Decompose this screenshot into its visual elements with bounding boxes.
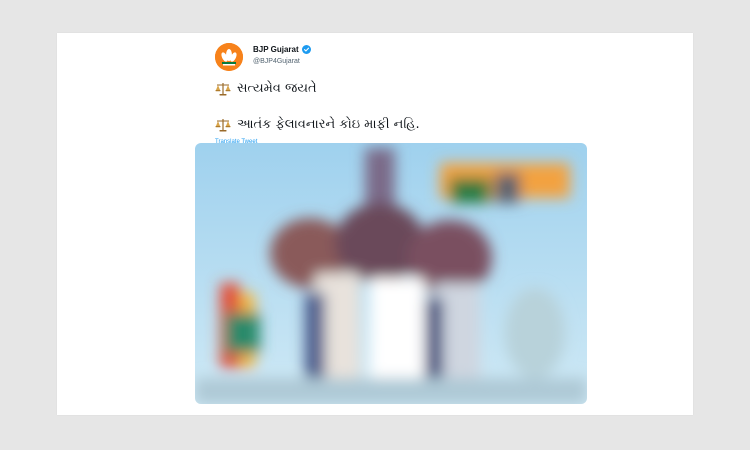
balance-scale-icon (215, 118, 231, 131)
tweet-line-2: આતંક ફેલાવનારને કોઇ માફી નહિ. (215, 117, 420, 132)
profile-avatar[interactable] (215, 43, 243, 71)
balance-scale-icon (215, 82, 231, 95)
display-name[interactable]: BJP Gujarat (253, 45, 311, 54)
tweet-line-1: સત્યમેવ જયતે (215, 81, 317, 96)
blurred-photo (195, 143, 587, 404)
tweet-media-image[interactable] (195, 143, 587, 404)
tweet-text-1: સત્યમેવ જયતે (237, 81, 317, 96)
verified-badge-icon (301, 45, 311, 54)
tweet-text-2: આતંક ફેલાવનારને કોઇ માફી નહિ. (237, 117, 420, 132)
display-name-text: BJP Gujarat (253, 45, 299, 54)
lotus-logo-icon (215, 43, 243, 71)
tweet-card: BJP Gujarat @BJP4Gujarat સત્યમેવ જયતે આત… (57, 33, 693, 415)
user-handle[interactable]: @BJP4Gujarat (253, 58, 300, 65)
